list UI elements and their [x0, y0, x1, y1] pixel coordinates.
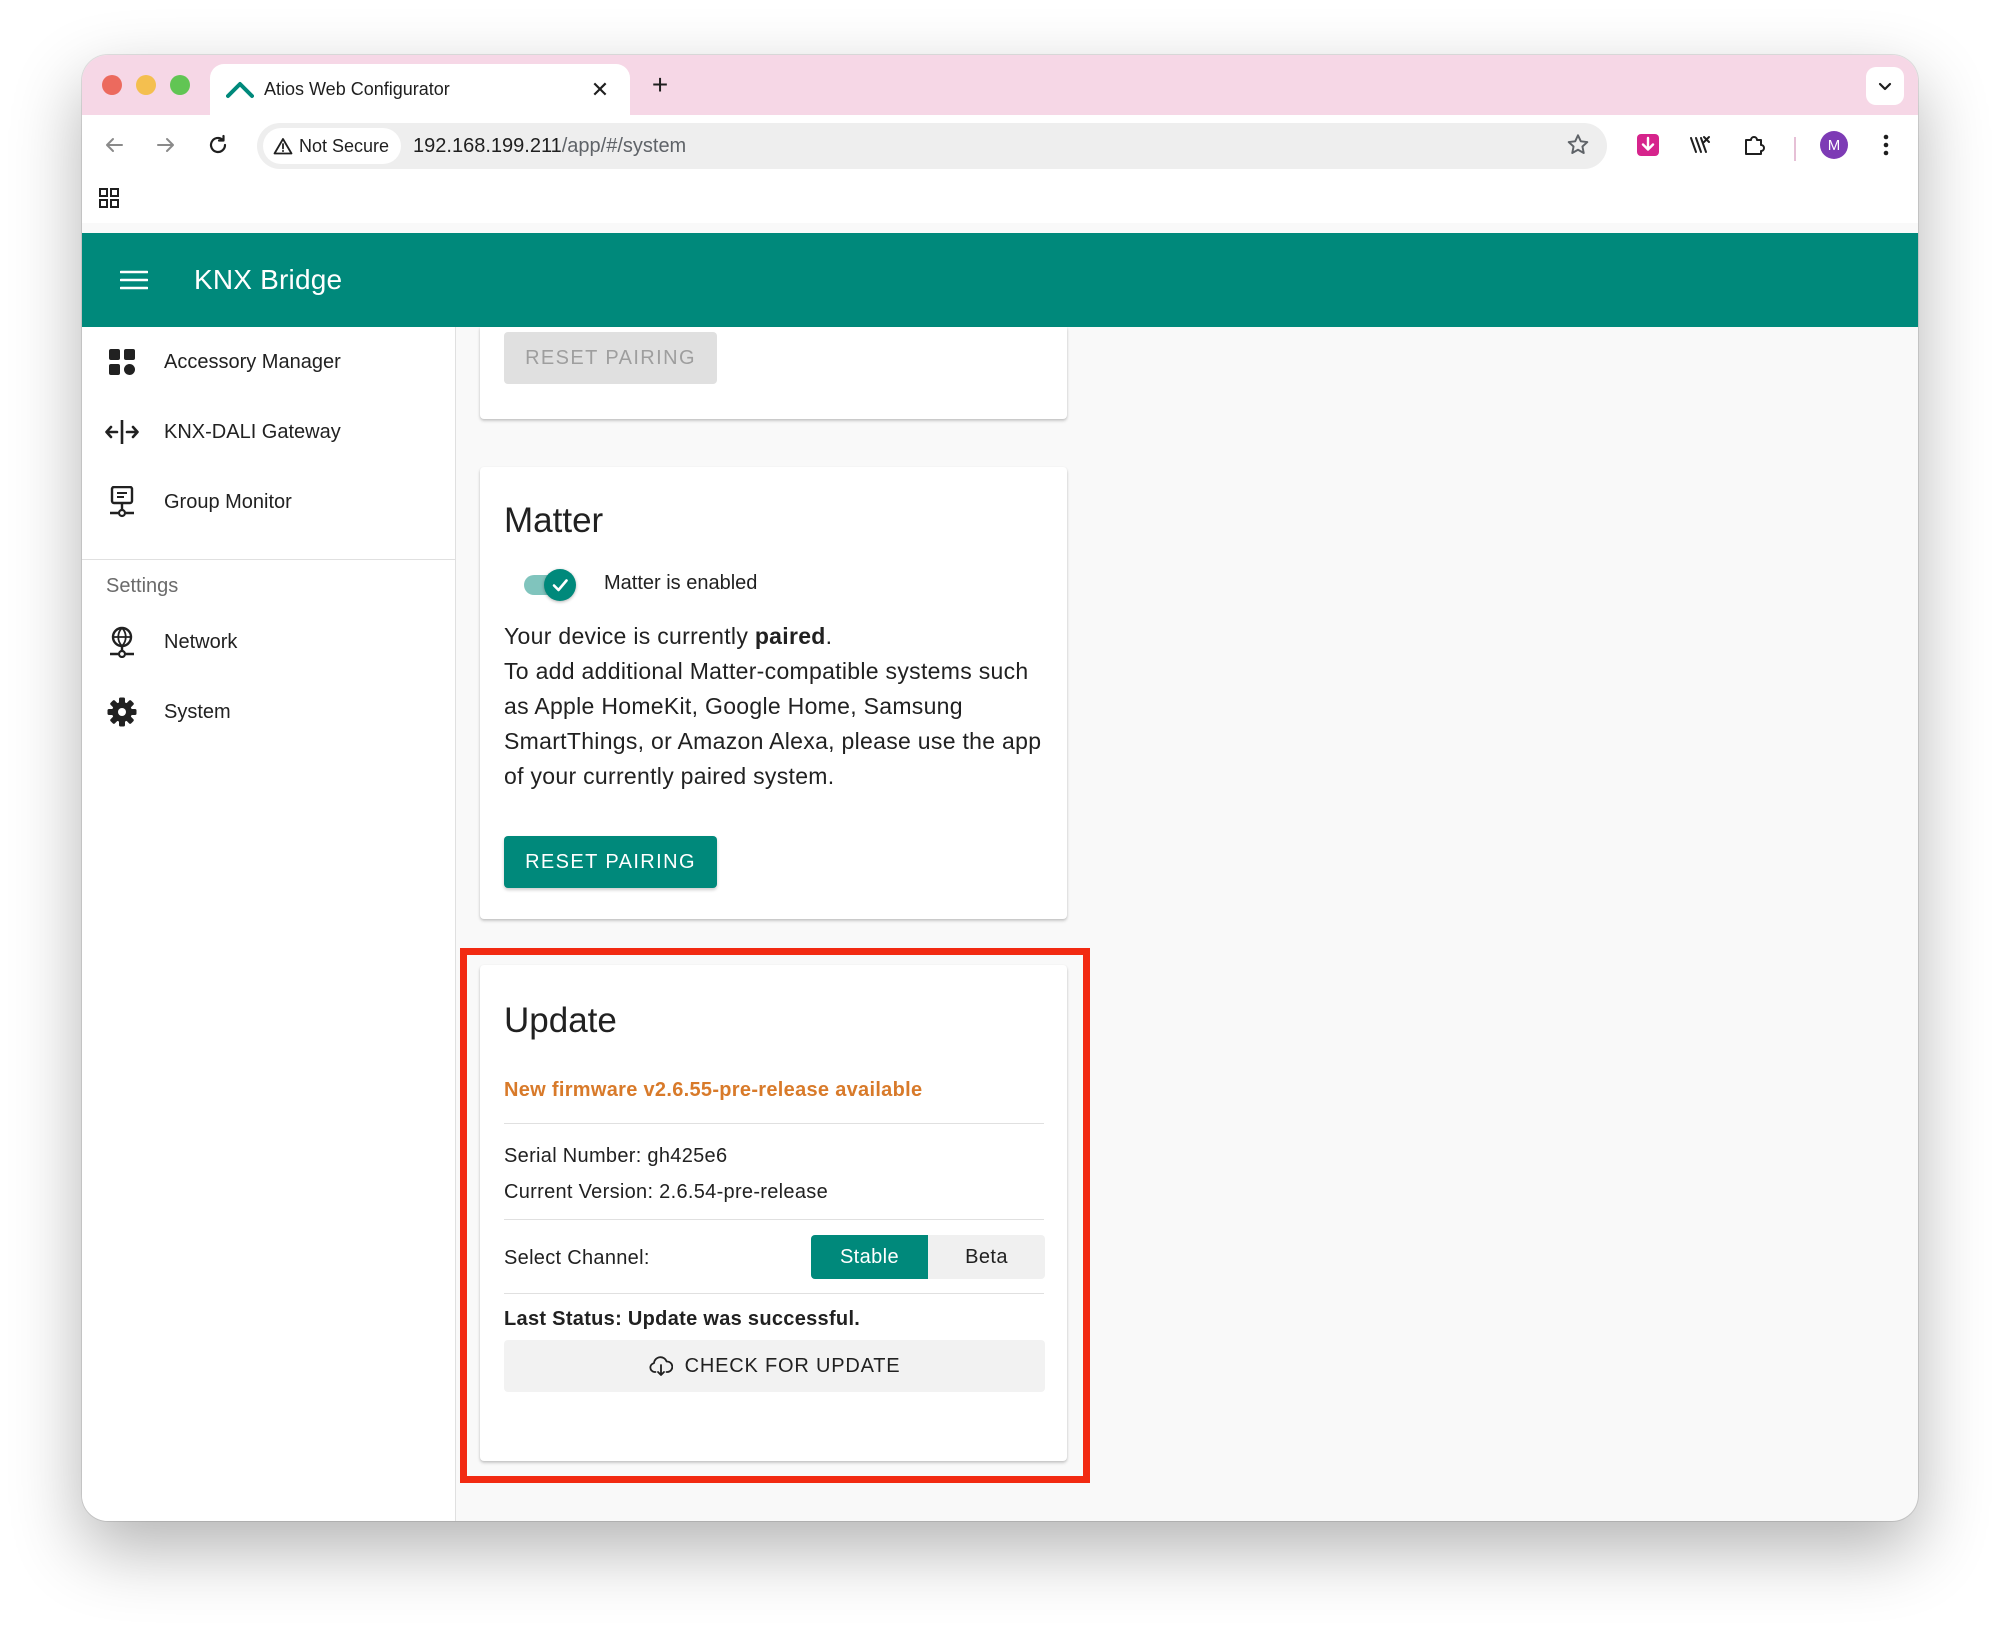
reset-pairing-button-disabled[interactable]: RESET PAIRING [504, 332, 717, 384]
chevron-down-icon [1878, 82, 1892, 91]
back-button[interactable] [96, 127, 132, 163]
matter-toggle[interactable] [524, 569, 576, 601]
sidebar-item-label: Network [164, 630, 238, 653]
extensions-menu-button[interactable] [1736, 127, 1772, 163]
arrow-right-icon [157, 138, 174, 152]
toggle-thumb [544, 569, 576, 601]
tab-title: Atios Web Configurator [264, 79, 450, 99]
close-window-button[interactable] [102, 75, 122, 95]
download-icon [1637, 134, 1659, 156]
sidebar-item-label: Accessory Manager [164, 350, 341, 373]
gear-icon [104, 694, 140, 730]
reload-button[interactable] [200, 127, 236, 163]
sidebar-item-knx-dali-gateway[interactable]: KNX-DALI Gateway [82, 397, 456, 467]
sidebar-item-accessory-manager[interactable]: Accessory Manager [82, 327, 456, 397]
pairing-card-partial: RESET PAIRING [480, 327, 1067, 419]
matter-card: Matter Matter is enabled Your device is … [480, 467, 1067, 919]
warning-triangle-icon [273, 138, 293, 155]
more-vert-icon [1883, 134, 1889, 156]
bookmarks-bar [82, 173, 1918, 223]
matter-toggle-label: Matter is enabled [604, 572, 758, 594]
toolbar-divider [1794, 137, 1796, 161]
status-prefix: Your device is currently [504, 623, 755, 649]
zoom-window-button[interactable] [170, 75, 190, 95]
browser-toolbar: Not Secure 192.168.199.211/app/#/system [82, 115, 1918, 173]
profile-button[interactable]: M [1816, 127, 1852, 163]
atios-logo-icon [226, 81, 254, 98]
app-bar: KNX Bridge [82, 233, 1918, 327]
network-globe-icon [104, 624, 140, 660]
bookmark-star-button[interactable] [1565, 132, 1591, 163]
browser-menu-button[interactable] [1868, 127, 1904, 163]
check-icon [552, 579, 568, 592]
sidebar-divider [82, 559, 456, 560]
highlight-box [460, 948, 1090, 1483]
pairing-status: paired [754, 623, 826, 649]
sidebar-item-label: KNX-DALI Gateway [164, 420, 341, 443]
new-tab-button[interactable]: + [642, 67, 678, 103]
minimize-window-button[interactable] [136, 75, 156, 95]
not-secure-label: Not Secure [299, 135, 390, 156]
arrow-left-icon [106, 138, 123, 152]
tab-strip: Atios Web Configurator ✕ + [82, 55, 1918, 115]
sidebar-item-label: System [164, 700, 231, 723]
hamburger-menu-icon[interactable] [118, 264, 150, 296]
apps-grid-icon[interactable] [98, 187, 120, 214]
browser-tab-active[interactable]: Atios Web Configurator ✕ [210, 64, 630, 115]
extension-bars-icon [1690, 136, 1710, 153]
tab-close-icon[interactable]: ✕ [586, 77, 614, 103]
dashboard-icon [104, 344, 140, 380]
sidebar-item-system[interactable]: System [82, 677, 456, 747]
card-title: Matter [504, 501, 604, 540]
sidebar-item-network[interactable]: Network [82, 607, 456, 677]
tab-search-button[interactable] [1866, 67, 1904, 105]
download-extension-button[interactable] [1630, 127, 1666, 163]
site-info-chip[interactable]: Not Secure [263, 128, 402, 164]
app-title: KNX Bridge [194, 264, 343, 295]
sidebar-item-group-monitor[interactable]: Group Monitor [82, 467, 456, 537]
url-host: 192.168.199.211 [413, 134, 562, 157]
forward-button[interactable] [148, 127, 184, 163]
url-text[interactable]: 192.168.199.211/app/#/system [413, 135, 686, 158]
settings-subheader: Settings [106, 575, 179, 597]
status-suffix: . [825, 623, 833, 649]
gateway-arrows-icon [104, 414, 140, 450]
extension-button[interactable] [1682, 127, 1718, 163]
profile-avatar: M [1820, 131, 1848, 159]
matter-description: Your device is currently paired. To add … [504, 619, 1049, 794]
url-path: /app/#/system [561, 134, 687, 157]
sidebar-nav: Accessory Manager KNX-DALI Gateway Group… [82, 327, 456, 1521]
matter-instructions: To add additional Matter-compatible syst… [504, 658, 1042, 789]
monitor-icon [104, 484, 140, 520]
sidebar-item-label: Group Monitor [164, 490, 292, 513]
reload-icon [209, 134, 227, 154]
reset-pairing-button[interactable]: RESET PAIRING [504, 836, 717, 888]
address-bar[interactable]: Not Secure 192.168.199.211/app/#/system [257, 123, 1607, 169]
star-icon [1567, 134, 1589, 154]
puzzle-icon [1745, 136, 1765, 155]
